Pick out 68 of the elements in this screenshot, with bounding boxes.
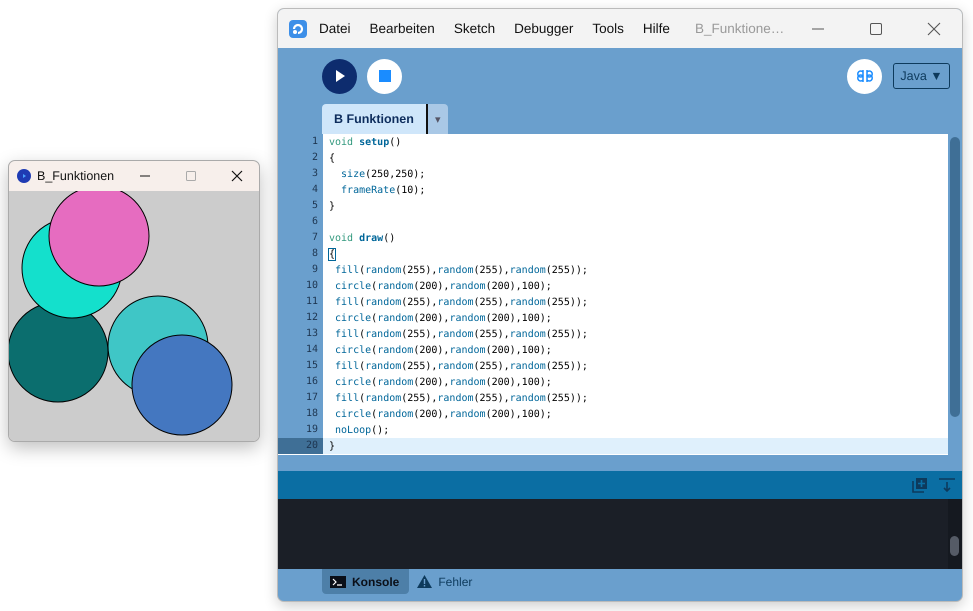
code-line: size(250,250); xyxy=(340,168,426,180)
debugger-button[interactable] xyxy=(847,58,882,94)
line-number: 11 xyxy=(278,294,323,310)
line-number: 6 xyxy=(278,214,323,230)
line-number: 9 xyxy=(278,262,323,278)
code-line: fill(random(255),random(255),random(255)); xyxy=(334,264,588,276)
warning-icon xyxy=(417,575,432,588)
stop-button[interactable] xyxy=(367,58,402,94)
line-number: 16 xyxy=(278,374,323,390)
line-number: 12 xyxy=(278,310,323,326)
code-line: circle(random(200),random(200),100); xyxy=(334,344,552,356)
line-number: 15 xyxy=(278,358,323,374)
menu-item[interactable]: Hilfe xyxy=(642,21,670,36)
window-title: B_Funktione… xyxy=(694,21,784,36)
maximize-icon[interactable] xyxy=(869,22,883,36)
line-number: 2 xyxy=(278,150,323,166)
code-line: circle(random(200),random(200),100); xyxy=(334,312,552,324)
line-number: 18 xyxy=(278,406,323,422)
copy-icon[interactable] xyxy=(912,477,928,493)
app-logo-icon xyxy=(17,169,31,183)
mode-dropdown[interactable]: Java ▼ xyxy=(893,63,950,89)
scrollbar-thumb[interactable] xyxy=(950,137,960,417)
menu-item[interactable]: Sketch xyxy=(454,21,496,36)
menu-item[interactable]: Debugger xyxy=(514,21,574,36)
code-line: fill(random(255),random(255),random(255)); xyxy=(334,360,588,372)
close-icon[interactable] xyxy=(231,170,243,182)
line-number: 4 xyxy=(278,182,323,198)
line-number: 17 xyxy=(278,390,323,406)
line-number: 3 xyxy=(278,166,323,182)
line-number: 10 xyxy=(278,278,323,294)
code-line: circle(random(200),random(200),100); xyxy=(334,280,552,292)
code-line: fill(random(255),random(255),random(255)); xyxy=(334,296,588,308)
scroll-down-icon[interactable] xyxy=(938,477,956,493)
run-button[interactable] xyxy=(322,58,357,94)
code-line: { xyxy=(328,248,336,260)
menu-item[interactable]: Datei xyxy=(319,21,351,36)
line-number: 14 xyxy=(278,342,323,358)
code-line: { xyxy=(328,152,336,164)
menu-item[interactable]: Bearbeiten xyxy=(370,21,435,36)
line-number: 5 xyxy=(278,198,323,214)
scrollbar-thumb[interactable] xyxy=(950,536,959,556)
line-number: 7 xyxy=(278,230,323,246)
app-logo-icon xyxy=(289,20,307,38)
line-number: 19 xyxy=(278,422,323,438)
line-number: 13 xyxy=(278,326,323,342)
stop-icon xyxy=(378,70,390,82)
line-number: 20 xyxy=(278,438,323,454)
code-line: noLoop(); xyxy=(334,424,390,436)
code-line: void draw() xyxy=(328,232,396,244)
sketch-tab[interactable]: B Funktionen xyxy=(322,104,428,134)
code-line: } xyxy=(328,200,336,212)
code-line: } xyxy=(328,440,336,452)
butterfly-icon xyxy=(856,67,872,85)
code-line: fill(random(255),random(255),random(255)); xyxy=(334,392,588,404)
close-icon[interactable] xyxy=(927,22,941,36)
code-line: void setup() xyxy=(328,136,402,148)
console-tab[interactable]: Fehler xyxy=(409,569,482,594)
code-line: fill(random(255),random(255),random(255)); xyxy=(334,328,588,340)
code-line: circle(random(200),random(200),100); xyxy=(334,376,552,388)
console-tab[interactable]: Konsole xyxy=(322,569,410,594)
tab-menu-button[interactable]: ▾ xyxy=(428,104,448,134)
line-number: 1 xyxy=(278,134,323,150)
terminal-icon xyxy=(330,576,346,588)
menu-item[interactable]: Tools xyxy=(592,21,624,36)
line-number: 8 xyxy=(278,246,323,262)
window-title: B_Funktionen xyxy=(37,169,116,183)
code-line: frameRate(10); xyxy=(340,184,426,196)
code-line: circle(random(200),random(200),100); xyxy=(334,408,552,420)
